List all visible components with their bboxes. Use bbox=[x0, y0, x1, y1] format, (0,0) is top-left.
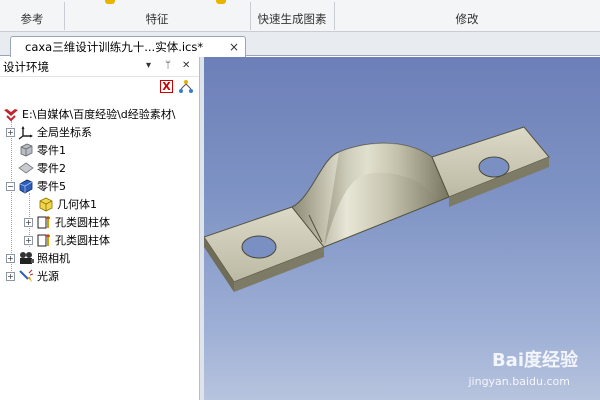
tree-root[interactable]: E:\自媒体\百度经验\d经验素材\ bbox=[3, 105, 175, 123]
watermark-url: jingyan.baidu.com bbox=[468, 375, 570, 388]
delete-icon[interactable]: X bbox=[160, 80, 173, 93]
tree-item-label: 全局坐标系 bbox=[37, 126, 92, 139]
tree-item-label: 照相机 bbox=[37, 252, 70, 265]
tree-item[interactable]: + 孔类圆柱体 bbox=[24, 231, 110, 249]
ribbon-group-modify[interactable]: 修改 bbox=[334, 0, 600, 32]
light-icon bbox=[19, 269, 34, 282]
panel-title: 设计环境 bbox=[3, 59, 49, 74]
hole-cylinder-icon bbox=[37, 234, 50, 247]
camera-icon bbox=[20, 252, 34, 264]
tree-item[interactable]: − 零件5 bbox=[6, 177, 66, 195]
solid-yellow-icon bbox=[39, 197, 53, 212]
tree-structure-icon[interactable] bbox=[178, 79, 194, 95]
axes-icon bbox=[18, 126, 33, 140]
tree-item-label: 零件5 bbox=[37, 180, 66, 193]
document-tab-title: caxa三维设计训练九十...实体.ics* bbox=[25, 40, 204, 54]
expand-icon[interactable]: + bbox=[6, 127, 15, 137]
panel-close-icon[interactable]: ✕ bbox=[182, 60, 190, 71]
tree-item-label: 零件2 bbox=[37, 162, 66, 175]
assembly-root-icon bbox=[4, 109, 18, 122]
tree-item-label: 孔类圆柱体 bbox=[55, 234, 110, 247]
tree-item[interactable]: + 照相机 bbox=[6, 249, 70, 267]
close-tab-icon[interactable]: × bbox=[229, 40, 239, 54]
expand-icon[interactable]: + bbox=[6, 271, 15, 281]
design-environment-panel: 设计环境 ▾ ᛘ ✕ X E:\自媒体\百度经验\d经验素材\ + 全局坐标系 bbox=[0, 57, 200, 400]
ribbon-group-reference[interactable]: 参考 bbox=[0, 0, 64, 32]
document-tab[interactable]: caxa三维设计训练九十...实体.ics* × bbox=[10, 36, 246, 57]
tree-item[interactable]: 零件2 bbox=[18, 159, 66, 177]
tree-item[interactable]: 几何体1 bbox=[38, 195, 97, 213]
tree-item-label: 几何体1 bbox=[57, 198, 97, 211]
ribbon-group-quick-primitive[interactable]: 快速生成图素 bbox=[250, 0, 334, 32]
tree-item[interactable]: + 孔类圆柱体 bbox=[24, 213, 110, 231]
watermark-logo: Bai度经验 bbox=[491, 350, 578, 371]
panel-header: 设计环境 ▾ ᛘ ✕ bbox=[0, 57, 199, 77]
part-gray-icon bbox=[20, 143, 33, 157]
tree-item[interactable]: + 光源 bbox=[6, 267, 59, 285]
ribbon-group-feature[interactable]: 特征 bbox=[64, 0, 250, 32]
panel-toolbar: X bbox=[0, 77, 199, 97]
expand-icon[interactable]: + bbox=[24, 235, 33, 245]
tree-item-label: 光源 bbox=[37, 270, 59, 283]
part-diamond-icon bbox=[18, 162, 34, 174]
document-tab-bar: caxa三维设计训练九十...实体.ics* × bbox=[0, 32, 600, 57]
collapse-icon[interactable]: − bbox=[6, 181, 15, 191]
expand-icon[interactable]: + bbox=[24, 217, 33, 227]
tree-item-label: 零件1 bbox=[37, 144, 66, 157]
panel-pin-icon[interactable]: ᛘ bbox=[165, 60, 171, 71]
tree-item[interactable]: 零件1 bbox=[18, 141, 66, 159]
expand-icon[interactable]: + bbox=[6, 253, 15, 263]
part-blue-icon bbox=[19, 179, 33, 194]
tree-root-label: E:\自媒体\百度经验\d经验素材\ bbox=[22, 108, 176, 121]
tree-item[interactable]: + 全局坐标系 bbox=[6, 123, 92, 141]
tree-item-label: 孔类圆柱体 bbox=[55, 216, 110, 229]
3d-viewport[interactable]: Bai度经验 jingyan.baidu.com bbox=[204, 57, 600, 400]
hole-cylinder-icon bbox=[37, 216, 50, 229]
ribbon-bar: 参考 特征 快速生成图素 修改 bbox=[0, 0, 600, 32]
panel-dropdown-icon[interactable]: ▾ bbox=[146, 60, 151, 71]
